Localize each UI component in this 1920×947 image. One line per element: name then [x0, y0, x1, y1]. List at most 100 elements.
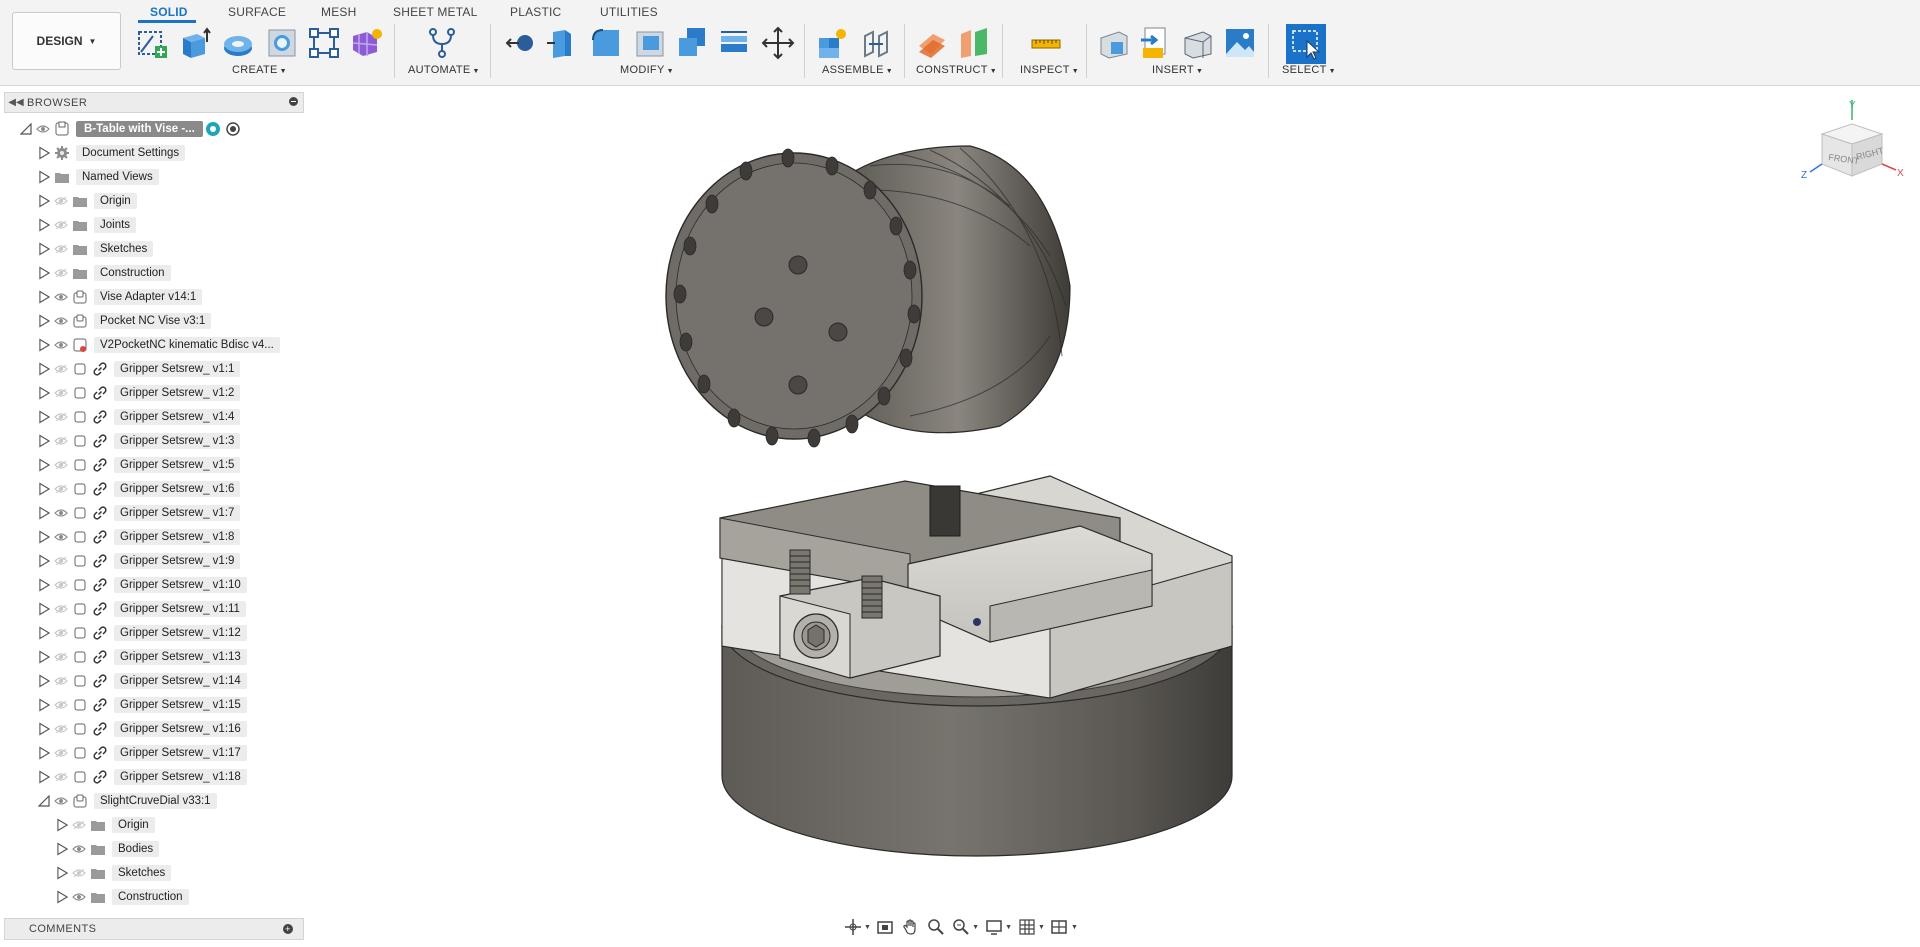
fit-icon[interactable]: [950, 916, 971, 938]
combine-icon[interactable]: [674, 25, 710, 61]
pattern-icon[interactable]: [306, 25, 342, 61]
expand-arrow-icon[interactable]: [36, 478, 52, 500]
browser-tree-item[interactable]: Gripper Setsrew_ v1:3: [36, 430, 241, 452]
tab-sheet-metal[interactable]: SHEET METAL: [393, 3, 477, 21]
browser-tree-item[interactable]: SlightCruveDial v33:1: [36, 790, 217, 812]
expand-arrow-icon[interactable]: [36, 406, 52, 428]
insert-mcmaster-icon[interactable]: [1138, 25, 1174, 61]
visibility-eye-icon[interactable]: [52, 310, 70, 332]
browser-tree-item[interactable]: Gripper Setsrew_ v1:16: [36, 718, 247, 740]
visibility-eye-icon[interactable]: [52, 742, 70, 764]
insert-menu[interactable]: INSERT ▼: [1152, 64, 1203, 76]
chevron-down-icon[interactable]: ▼: [864, 924, 871, 931]
expand-arrow-icon[interactable]: [36, 430, 52, 452]
browser-tree-item[interactable]: Vise Adapter v14:1: [36, 286, 203, 308]
assemble-menu[interactable]: ASSEMBLE ▼: [822, 64, 893, 76]
visibility-eye-icon[interactable]: [52, 790, 70, 812]
browser-tree-item[interactable]: Gripper Setsrew_ v1:10: [36, 574, 247, 596]
visibility-eye-icon[interactable]: [52, 382, 70, 404]
grid-settings-icon[interactable]: [1016, 916, 1037, 938]
tab-utilities[interactable]: UTILITIES: [600, 3, 658, 21]
browser-tree-item[interactable]: Gripper Setsrew_ v1:6: [36, 478, 241, 500]
visibility-eye-icon[interactable]: [52, 238, 70, 260]
visibility-eye-icon[interactable]: [52, 334, 70, 356]
add-comment-icon[interactable]: +: [283, 924, 293, 934]
radio-activate-icon[interactable]: [223, 118, 243, 140]
expand-arrow-icon[interactable]: [36, 166, 52, 188]
workspace-switcher-button[interactable]: DESIGN ▼: [12, 12, 121, 70]
visibility-eye-icon[interactable]: [52, 694, 70, 716]
joint-icon[interactable]: [858, 25, 894, 61]
visibility-eye-icon[interactable]: [52, 718, 70, 740]
pan-icon[interactable]: [900, 916, 921, 938]
chevron-down-icon[interactable]: ▼: [1071, 924, 1078, 931]
browser-tree-item[interactable]: Joints: [36, 214, 137, 236]
expand-arrow-icon[interactable]: [36, 142, 52, 164]
revolve-icon[interactable]: [220, 25, 256, 61]
expand-arrow-icon[interactable]: [54, 862, 70, 884]
measure-icon[interactable]: [1028, 25, 1064, 61]
browser-tree-item[interactable]: Gripper Setsrew_ v1:11: [36, 598, 246, 620]
browser-tree-item[interactable]: Gripper Setsrew_ v1:17: [36, 742, 247, 764]
browser-tree-item[interactable]: Document Settings: [36, 142, 186, 164]
browser-tree-item[interactable]: Named Views: [36, 166, 159, 188]
expand-arrow-icon[interactable]: [36, 310, 52, 332]
expand-arrow-icon[interactable]: [36, 550, 52, 572]
press-pull-icon[interactable]: [502, 25, 538, 61]
browser-tree-item[interactable]: Gripper Setsrew_ v1:2: [36, 382, 241, 404]
expand-arrow-icon[interactable]: [36, 454, 52, 476]
visibility-eye-icon[interactable]: [52, 262, 70, 284]
visibility-eye-icon[interactable]: [52, 574, 70, 596]
fillet-icon[interactable]: [544, 25, 580, 61]
expand-arrow-icon[interactable]: [36, 694, 52, 716]
insert-canvas-icon[interactable]: [1222, 25, 1258, 61]
offset-plane-icon[interactable]: [914, 25, 950, 61]
browser-tree-item[interactable]: Gripper Setsrew_ v1:13: [36, 646, 247, 668]
automate-icon[interactable]: [424, 25, 460, 61]
activate-component-icon[interactable]: [203, 118, 223, 140]
expand-arrow-icon[interactable]: [36, 358, 52, 380]
select-tool-icon[interactable]: [1286, 24, 1326, 64]
browser-tree-item[interactable]: Origin: [36, 190, 137, 212]
expand-arrow-icon[interactable]: [36, 286, 52, 308]
browser-tree-item[interactable]: Sketches: [54, 862, 172, 884]
visibility-eye-icon[interactable]: [52, 214, 70, 236]
visibility-eye-icon[interactable]: [52, 502, 70, 524]
plane-at-angle-icon[interactable]: [956, 25, 992, 61]
expand-arrow-icon[interactable]: [54, 886, 70, 908]
visibility-eye-icon[interactable]: [52, 478, 70, 500]
expand-arrow-icon[interactable]: [36, 598, 52, 620]
tab-surface[interactable]: SURFACE: [228, 3, 286, 21]
viewcube[interactable]: Y FRONT RIGHT Z X: [1800, 98, 1910, 198]
expand-arrow-icon[interactable]: [36, 262, 52, 284]
expand-arrow-icon[interactable]: [36, 574, 52, 596]
visibility-eye-icon[interactable]: [52, 670, 70, 692]
tab-plastic[interactable]: PLASTIC: [510, 3, 561, 21]
visibility-eye-icon[interactable]: [70, 886, 88, 908]
browser-root-row[interactable]: B-Table with Vise -...: [18, 118, 243, 140]
chevron-down-icon[interactable]: ▼: [1038, 924, 1045, 931]
inspect-menu[interactable]: INSPECT ▼: [1020, 64, 1079, 76]
visibility-eye-icon[interactable]: [70, 838, 88, 860]
expand-arrow-icon[interactable]: [36, 742, 52, 764]
insert-derive-icon[interactable]: [1096, 25, 1132, 61]
expand-arrow-icon[interactable]: [36, 214, 52, 236]
expand-arrow-icon[interactable]: [36, 238, 52, 260]
create-sketch-icon[interactable]: [134, 25, 170, 61]
chamfer-icon[interactable]: [588, 25, 624, 61]
browser-tree-item[interactable]: Gripper Setsrew_ v1:15: [36, 694, 247, 716]
browser-root-label[interactable]: B-Table with Vise -...: [76, 121, 203, 137]
zoom-icon[interactable]: [925, 916, 946, 938]
move-icon[interactable]: [760, 25, 796, 61]
browser-tree-item[interactable]: Gripper Setsrew_ v1:7: [36, 502, 241, 524]
expand-arrow-icon[interactable]: [36, 502, 52, 524]
expand-arrow-icon[interactable]: [36, 718, 52, 740]
expand-arrow-icon[interactable]: [36, 646, 52, 668]
browser-tree-item[interactable]: Gripper Setsrew_ v1:12: [36, 622, 247, 644]
visibility-eye-icon[interactable]: [34, 118, 52, 140]
browser-tree-item[interactable]: Origin: [54, 814, 155, 836]
browser-tree-item[interactable]: Gripper Setsrew_ v1:9: [36, 550, 241, 572]
visibility-eye-icon[interactable]: [52, 766, 70, 788]
automate-menu[interactable]: AUTOMATE ▼: [408, 64, 480, 76]
visibility-eye-icon[interactable]: [52, 526, 70, 548]
